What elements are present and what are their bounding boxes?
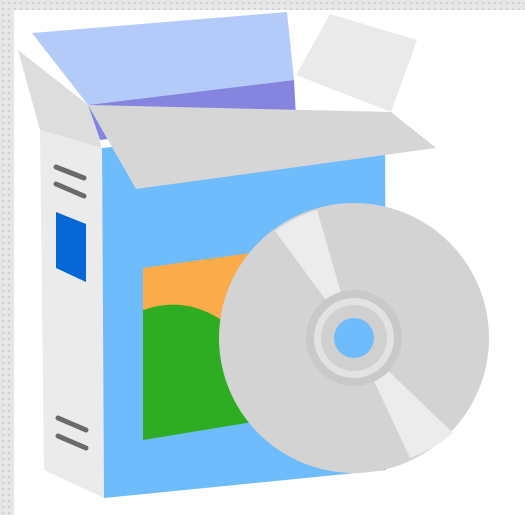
box-right-flap <box>296 14 417 112</box>
software-box-icon <box>18 12 489 498</box>
software-box-illustration <box>0 0 525 515</box>
disc-hub <box>334 318 374 358</box>
